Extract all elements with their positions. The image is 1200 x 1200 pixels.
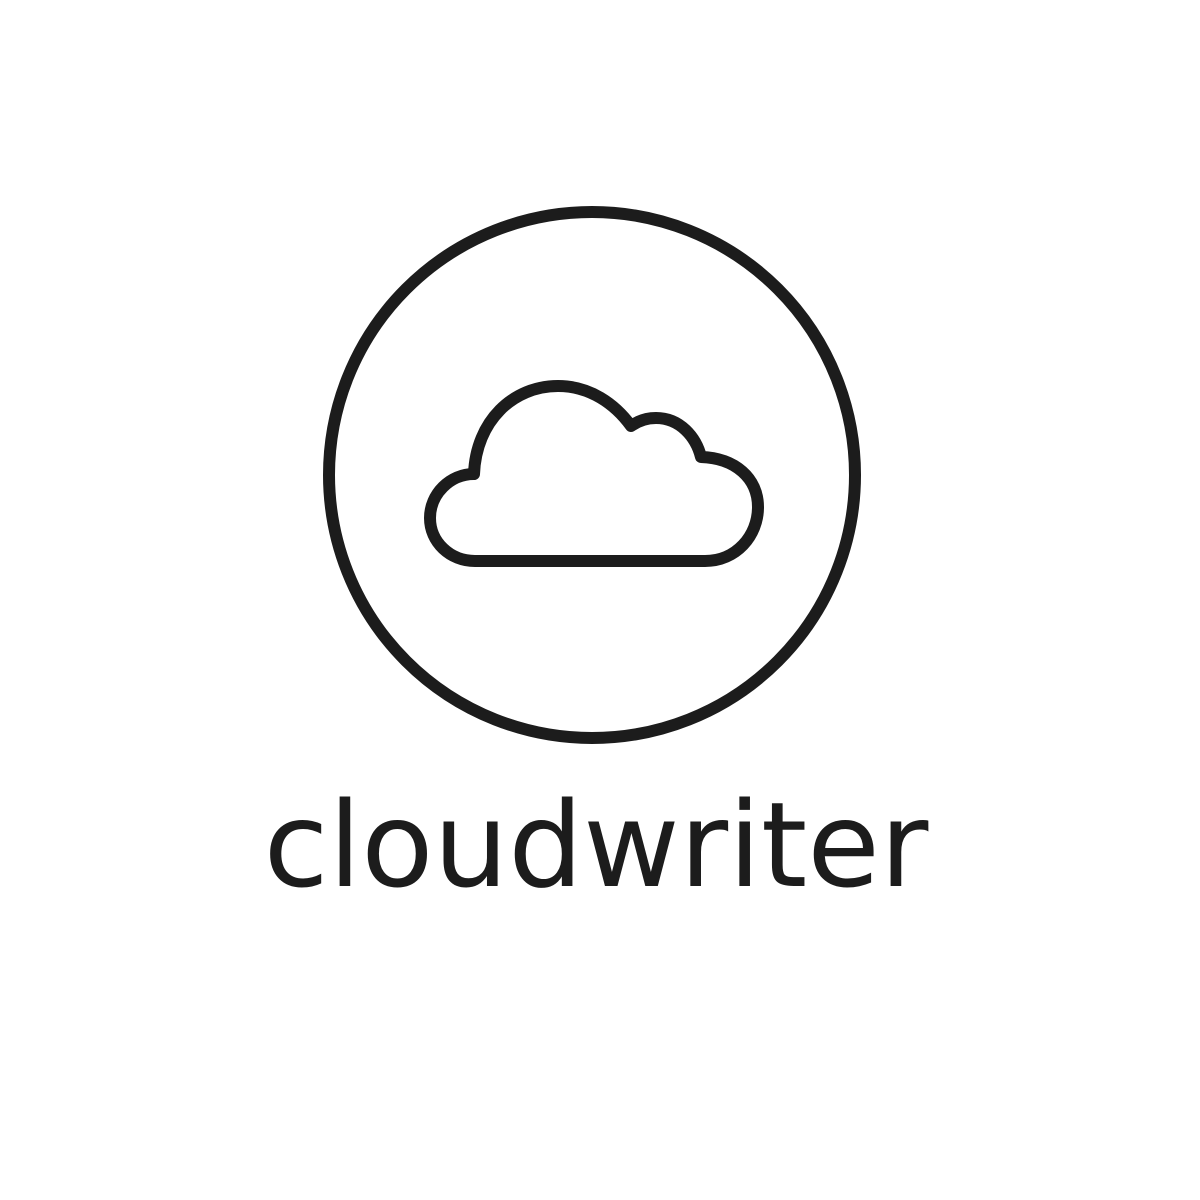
- cloud-icon: [424, 380, 764, 567]
- brand-wordmark: cloudwriter: [263, 776, 929, 914]
- logo-canvas: cloudwriter: [0, 0, 1200, 1200]
- circle-outline: [323, 206, 861, 744]
- logo-emblem: [323, 206, 861, 744]
